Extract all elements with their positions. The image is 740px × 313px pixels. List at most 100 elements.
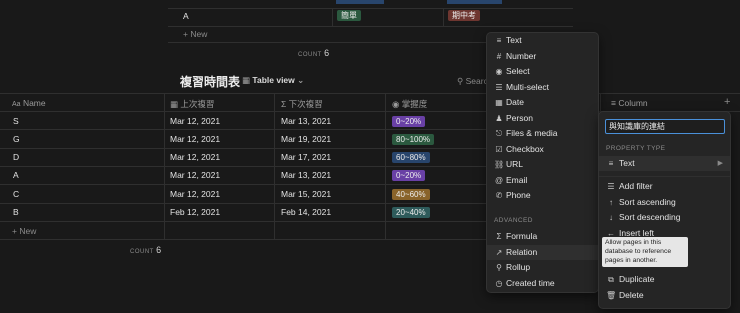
row-next-review: Mar 17, 2021 xyxy=(281,152,332,162)
mastery-tag[interactable]: 60~80% xyxy=(392,152,430,163)
row-name[interactable]: D xyxy=(13,152,19,162)
number-icon: # xyxy=(496,51,502,61)
duplicate-icon: ⧉ xyxy=(608,275,614,284)
text-icon: ≡ xyxy=(611,98,616,108)
column-header-next-review[interactable]: Σ 下次複習 xyxy=(281,98,323,110)
multi-select-icon: ☰ xyxy=(495,82,503,92)
mastery-tag[interactable]: 0~20% xyxy=(392,116,426,127)
property-type-menu: ≡ Text # Number ◉ Select ☰ Multi-select ▦ Dat… xyxy=(487,33,598,292)
type-option-date[interactable]: ▦ Date xyxy=(487,95,598,110)
type-option-rollup[interactable]: ⚲ Rollup xyxy=(487,260,598,275)
relation-tooltip: Allow pages in this database to referenc… xyxy=(602,237,688,268)
mastery-tag[interactable]: 0~20% xyxy=(392,170,426,181)
new-row-button[interactable]: + New xyxy=(12,226,36,236)
top-new-row-button[interactable]: + New xyxy=(183,29,207,39)
duplicate-item[interactable]: ⧉ Duplicate xyxy=(599,272,730,287)
table-icon: ▦ xyxy=(242,75,251,85)
person-icon: ♟ xyxy=(495,113,503,123)
type-option-checkbox[interactable]: ☑ Checkbox xyxy=(487,142,598,157)
sort-descending-item[interactable]: ↓ Sort descending xyxy=(599,210,730,225)
row-last-review[interactable]: Mar 12, 2021 xyxy=(170,134,220,144)
sort-ascending-item[interactable]: ↑ Sort ascending xyxy=(599,195,730,210)
property-type-label: PROPERTY TYPE xyxy=(606,145,666,152)
row-next-review: Mar 15, 2021 xyxy=(281,189,332,199)
row-last-review[interactable]: Mar 12, 2021 xyxy=(170,152,220,162)
row-next-review: Mar 13, 2021 xyxy=(281,116,332,126)
top-table-cell-fragment xyxy=(447,0,502,4)
tag-simple[interactable]: 簡單 xyxy=(337,10,361,21)
tag-midterm[interactable]: 期中考 xyxy=(448,10,480,21)
chevron-down-icon: ⌄ xyxy=(297,75,305,85)
top-table-cell-fragment xyxy=(336,0,384,4)
formula-icon: Σ xyxy=(281,99,287,109)
row-name[interactable]: B xyxy=(13,207,19,217)
view-selector[interactable]: ▦ Table view ⌄ xyxy=(242,75,304,86)
add-filter-item[interactable]: ☰ Add filter xyxy=(599,179,730,194)
table-count: COUNT 6 xyxy=(130,245,162,255)
type-option-select[interactable]: ◉ Select xyxy=(487,64,598,79)
filter-icon: ☰ xyxy=(607,182,615,191)
chevron-right-icon: ▶ xyxy=(717,160,723,167)
type-option-multi-select[interactable]: ☰ Multi-select xyxy=(487,80,598,95)
arrow-up-icon: ↑ xyxy=(609,197,613,207)
type-option-files-media[interactable]: ⎋ Files & media xyxy=(487,126,598,141)
type-option-person[interactable]: ♟ Person xyxy=(487,111,598,126)
top-count: COUNT 6 xyxy=(298,48,330,58)
row-next-review: Mar 13, 2021 xyxy=(281,170,332,180)
plus-icon: + xyxy=(12,226,17,236)
row-last-review[interactable]: Mar 12, 2021 xyxy=(170,116,220,126)
select-icon: ◉ xyxy=(495,67,503,76)
select-icon: ◉ xyxy=(392,99,400,109)
type-option-formula[interactable]: Σ Formula xyxy=(487,229,598,244)
column-header-mastery[interactable]: ◉ 掌握度 xyxy=(392,98,427,110)
row-last-review[interactable]: Mar 12, 2021 xyxy=(170,170,220,180)
calendar-icon: ▦ xyxy=(170,99,179,109)
type-option-relation[interactable]: ↗ Relation xyxy=(487,244,598,260)
paperclip-icon: ⎋ xyxy=(495,129,503,138)
type-option-text[interactable]: ≡ Text xyxy=(487,33,598,48)
row-next-review: Feb 14, 2021 xyxy=(281,207,332,217)
type-option-created-time[interactable]: ◷ Created time xyxy=(487,276,598,291)
search-icon: ⚲ xyxy=(457,76,464,86)
add-column-button[interactable]: + xyxy=(724,96,730,108)
arrow-up-right-icon: ↗ xyxy=(495,247,503,257)
text-icon: ≡ xyxy=(608,159,614,168)
column-header-new-column[interactable]: ≡ Column xyxy=(611,98,648,108)
checkbox-icon: ☑ xyxy=(495,144,503,154)
row-next-review: Mar 19, 2021 xyxy=(281,134,332,144)
mastery-tag[interactable]: 80~100% xyxy=(392,134,435,145)
trash-icon: 🗑 xyxy=(606,291,617,300)
rollup-icon: ⚲ xyxy=(496,263,502,272)
type-option-url[interactable]: ⛓ URL xyxy=(487,157,598,172)
phone-icon: ✆ xyxy=(495,191,503,200)
mastery-tag[interactable]: 40~60% xyxy=(392,189,430,200)
delete-item[interactable]: 🗑 Delete xyxy=(599,288,730,303)
text-icon: ≡ xyxy=(496,36,502,45)
column-header-name[interactable]: Aa Name xyxy=(12,98,46,108)
text-icon: Aa xyxy=(12,101,21,108)
property-type-selector[interactable]: ≡ Text ▶ xyxy=(599,156,730,171)
arrow-down-icon: ↓ xyxy=(609,213,613,222)
row-name[interactable]: A xyxy=(13,170,19,180)
plus-icon: + xyxy=(183,29,188,39)
column-header-last-review[interactable]: ▦ 上次複習 xyxy=(170,98,214,110)
advanced-section-label: ADVANCED xyxy=(494,217,533,224)
at-icon: @ xyxy=(494,175,504,185)
type-option-number[interactable]: # Number xyxy=(487,49,598,64)
row-last-review[interactable]: Mar 12, 2021 xyxy=(170,189,220,199)
row-name[interactable]: G xyxy=(13,134,20,144)
row-name[interactable]: C xyxy=(13,189,19,199)
row-name[interactable]: S xyxy=(13,116,19,126)
clock-icon: ◷ xyxy=(495,278,503,288)
mastery-tag[interactable]: 20~40% xyxy=(392,207,430,218)
property-name-input[interactable] xyxy=(605,119,725,134)
type-option-email[interactable]: @ Email xyxy=(487,173,598,188)
row-last-review[interactable]: Feb 12, 2021 xyxy=(170,207,220,217)
property-settings-menu: PROPERTY TYPE ≡ Text ▶ ☰Add filter ↑Sort… xyxy=(599,112,730,308)
calendar-icon: ▦ xyxy=(495,98,503,107)
link-icon: ⛓ xyxy=(494,160,505,169)
type-option-phone[interactable]: ✆ Phone xyxy=(487,188,598,203)
top-row-name[interactable]: A xyxy=(183,11,189,21)
formula-icon: Σ xyxy=(496,232,502,241)
database-title[interactable]: 複習時間表 xyxy=(180,73,240,90)
